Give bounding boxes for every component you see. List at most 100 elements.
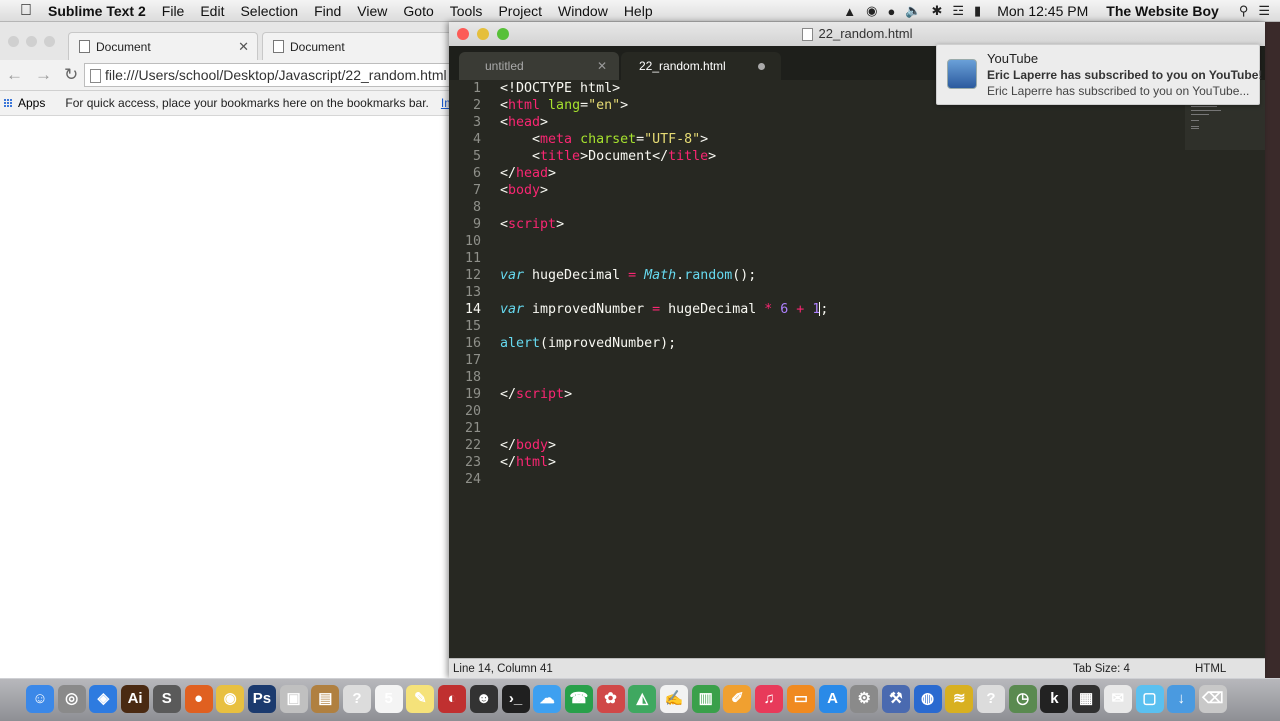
close-tab-icon[interactable]: ✕ [238,39,249,55]
code-line[interactable]: <!DOCTYPE html> [500,80,828,97]
dock-firefox-icon[interactable]: ● [184,685,213,713]
dock-numbers-icon[interactable]: ▥ [691,685,720,713]
code-line[interactable] [500,250,828,267]
dock-maps-icon[interactable]: ◭ [628,685,657,713]
code-line[interactable] [500,318,828,335]
apple-menu-icon[interactable]:  [20,2,34,19]
dock-activity-monitor-icon[interactable]: ▦ [1072,685,1101,713]
dock-calendar-icon[interactable]: 5 [374,685,403,713]
notification-center-icon[interactable]: ☰ [1258,3,1270,19]
dock-safari-icon[interactable]: ◈ [89,685,118,713]
dock-wi-fi-scanner-icon[interactable]: ≋ [945,685,974,713]
dock-messages-icon[interactable]: ☁ [533,685,562,713]
code-line[interactable] [500,352,828,369]
code-line[interactable] [500,403,828,420]
menu-clock[interactable]: Mon 12:45 PM [997,3,1088,19]
apps-shortcut[interactable]: Apps [18,96,45,110]
dock-sublime-text-icon[interactable]: S [152,685,181,713]
code-line[interactable]: </head> [500,165,828,182]
menu-selection[interactable]: Selection [240,3,298,19]
youtube-notification[interactable]: YouTube Eric Laperre has subscribed to y… [936,44,1262,105]
dock-game-center-icon[interactable]: ☻ [469,685,498,713]
dock-notes-icon[interactable]: ✎ [406,685,435,713]
unsaved-dot-icon[interactable] [758,63,765,70]
menu-help[interactable]: Help [624,3,653,19]
dock-preview-icon[interactable]: ▣ [279,685,308,713]
apps-grid-icon[interactable] [4,98,13,108]
address-bar[interactable]: file:///Users/school/Desktop/Javascript/… [84,63,464,87]
dock-itunes-icon[interactable]: ♫ [755,685,784,713]
menu-goto[interactable]: Goto [403,3,433,19]
dock-xcode-icon[interactable]: ⚒ [881,685,910,713]
syntax-setting[interactable]: HTML [1195,659,1226,679]
dock-chrome-icon[interactable]: ◉ [216,685,245,713]
code-line[interactable]: <html lang="en"> [500,97,828,114]
chrome-close-button[interactable] [8,36,19,47]
dock-photo-booth-icon[interactable]: ◐ [438,685,467,713]
code-line[interactable] [500,471,828,488]
dock-facetime-icon[interactable]: ☎ [564,685,593,713]
code-lines[interactable]: <!DOCTYPE html> <html lang="en"> <head> <m… [500,80,828,488]
battery-icon[interactable]: ▮ [974,3,981,19]
dock-ibooks-icon[interactable]: ▭ [786,685,815,713]
menu-window[interactable]: Window [558,3,608,19]
dock-trash-icon[interactable]: ⌫ [1198,685,1227,713]
close-window-button[interactable] [457,28,469,40]
notification-bell-icon[interactable]: ● [887,4,895,19]
dock-folder-icon[interactable]: ▢ [1135,685,1164,713]
code-line[interactable]: </script> [500,386,828,403]
menu-file[interactable]: File [162,3,185,19]
close-tab-icon[interactable]: ✕ [597,59,607,73]
reload-icon[interactable]: ↻ [64,65,78,85]
dock-system-preferences-icon[interactable]: ⚙ [850,685,879,713]
chrome-minimize-button[interactable] [26,36,37,47]
dock-kindle-icon[interactable]: k [1040,685,1069,713]
dock-finder-icon[interactable]: ☺ [26,685,54,713]
minimize-window-button[interactable] [477,28,489,40]
code-line[interactable]: <head> [500,114,828,131]
dock-pages-icon[interactable]: ✐ [723,685,752,713]
code-line[interactable]: alert(improvedNumber); [500,335,828,352]
code-line[interactable]: var hugeDecimal = Math.random(); [500,267,828,284]
dock-network-icon[interactable]: ◍ [913,685,942,713]
menu-app-name[interactable]: Sublime Text 2 [48,3,146,19]
code-line[interactable]: <meta charset="UTF-8"> [500,131,828,148]
zoom-window-button[interactable] [497,28,509,40]
menu-edit[interactable]: Edit [200,3,224,19]
tab-size-setting[interactable]: Tab Size: 4 [1073,659,1130,679]
code-line[interactable] [500,199,828,216]
tab-22-random-html[interactable]: 22_random.html [621,52,781,80]
dock-illustrator-icon[interactable]: Ai [121,685,150,713]
menu-view[interactable]: View [357,3,387,19]
code-line[interactable]: var improvedNumber = hugeDecimal * 6 + 1… [500,301,828,318]
menu-project[interactable]: Project [498,3,542,19]
dock-downloads-icon[interactable]: ↓ [1167,685,1196,713]
code-line[interactable] [500,284,828,301]
code-line[interactable]: </html> [500,454,828,471]
code-line[interactable] [500,369,828,386]
code-editor[interactable]: 1 2 3 4 5 6 7 8 9 10 11 12 13 14 15 16 1… [449,80,1265,658]
spotlight-search-icon[interactable]: ⚲ [1239,3,1249,19]
bluetooth-icon[interactable]: ✱ [931,3,942,19]
dock-photo-icon[interactable]: ✿ [596,685,625,713]
code-line[interactable]: <script> [500,216,828,233]
dock-time-machine-icon[interactable]: ◷ [1008,685,1037,713]
back-arrow-icon[interactable]: ← [6,65,23,85]
dock-help-icon[interactable]: ? [343,685,371,713]
adobe-menu-icon[interactable]: ▲ [843,4,856,19]
dock-mail-icon[interactable]: ✉ [1103,685,1132,713]
chrome-tab-1[interactable]: Document ✕ [68,32,258,60]
dock-textedit-icon[interactable]: ✍ [660,685,688,713]
code-line[interactable]: <title>Document</title> [500,148,828,165]
code-line[interactable]: </body> [500,437,828,454]
code-line[interactable]: <body> [500,182,828,199]
menu-find[interactable]: Find [314,3,341,19]
volume-icon[interactable]: 🔈 [905,3,921,19]
dock-archive-icon[interactable]: ▤ [311,685,340,713]
tab-untitled[interactable]: untitled ✕ [459,52,619,80]
code-line[interactable] [500,233,828,250]
menu-user-name[interactable]: The Website Boy [1106,3,1219,19]
dock-app-store-icon[interactable]: A [818,685,847,713]
dock-launchpad-icon[interactable]: ◎ [57,685,86,713]
chrome-tab-2[interactable]: Document [262,32,452,60]
